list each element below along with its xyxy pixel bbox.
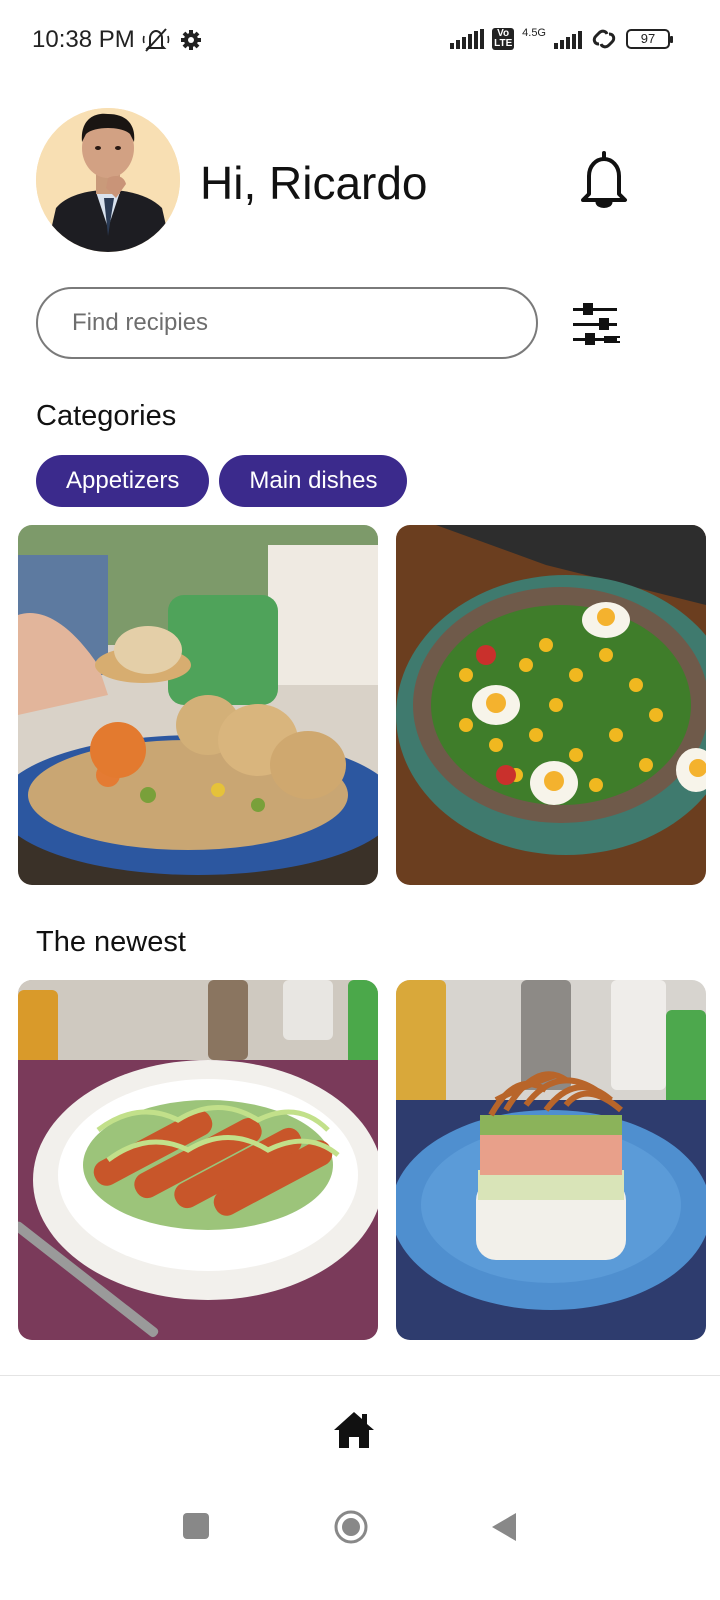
bell-icon[interactable]: [575, 150, 633, 212]
recipe-image-rice-tower: [396, 980, 706, 1340]
home-icon[interactable]: [332, 1410, 376, 1450]
battery-indicator: 97: [626, 29, 673, 49]
chip-appetizers[interactable]: Appetizers: [36, 455, 210, 507]
recipe-image-tuna-salad-crackers: [18, 525, 378, 885]
sliders-icon[interactable]: [570, 300, 624, 350]
signal-icon: [450, 29, 485, 49]
status-bar: 10:38 PM Vo LTE 4.5G 97: [0, 0, 720, 80]
search-input[interactable]: [36, 287, 538, 359]
greeting-text: Hi, Ricardo: [200, 157, 428, 209]
muted-bell-icon: [142, 28, 170, 52]
back-button[interactable]: [490, 1511, 518, 1543]
recipe-card-newest-1[interactable]: [18, 980, 378, 1340]
category-chips: Appetizers Main dishes: [36, 455, 408, 507]
hotspot-link-icon: [592, 29, 616, 49]
recipe-image-rolled-tacos: [18, 980, 378, 1340]
volte-badge: Vo LTE: [492, 28, 515, 50]
status-time: 10:38 PM: [32, 26, 135, 53]
bottom-navigation: [0, 1375, 720, 1495]
recipe-card-newest-2[interactable]: [396, 980, 706, 1340]
system-navigation-bar: [0, 1495, 720, 1600]
recipe-image-egg-corn-salad: [396, 525, 706, 885]
recents-button[interactable]: [183, 1513, 209, 1539]
network-type: 4.5G: [522, 27, 546, 39]
recipe-card-appetizer[interactable]: [18, 525, 378, 885]
signal-icon-2: [554, 29, 582, 49]
recipe-card-main-dish[interactable]: [396, 525, 706, 885]
avatar-image: [36, 108, 180, 252]
chip-main-dishes[interactable]: Main dishes: [219, 455, 408, 507]
system-home-button[interactable]: [333, 1509, 369, 1545]
categories-title: Categories: [36, 400, 177, 432]
newest-title: The newest: [36, 926, 186, 958]
gear-icon: [181, 30, 201, 50]
avatar[interactable]: [36, 108, 180, 252]
